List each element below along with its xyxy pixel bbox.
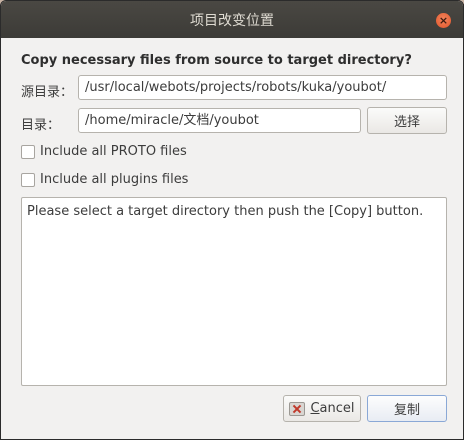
- target-directory-label: 目录：: [21, 118, 61, 133]
- source-directory-field[interactable]: /usr/local/webots/projects/robots/kuka/y…: [78, 75, 447, 100]
- cancel-icon: [289, 401, 306, 416]
- include-plugins-checkbox[interactable]: [21, 172, 35, 187]
- dialog-heading: Copy necessary files from source to targ…: [21, 53, 412, 68]
- select-directory-button[interactable]: 选择: [367, 107, 447, 134]
- include-proto-checkbox[interactable]: [21, 144, 35, 159]
- window-title: 项目改变位置: [190, 12, 274, 29]
- cancel-label: Cancel: [310, 401, 355, 416]
- cancel-button[interactable]: Cancel: [283, 395, 361, 422]
- include-proto-option[interactable]: Include all PROTO files: [21, 144, 187, 159]
- source-directory-label: 源目录：: [21, 85, 74, 100]
- include-plugins-label: Include all plugins files: [40, 172, 189, 187]
- target-directory-field[interactable]: /home/miracle/文档/youbot: [78, 108, 361, 133]
- copy-button[interactable]: 复制: [367, 395, 447, 422]
- include-proto-label: Include all PROTO files: [40, 144, 187, 159]
- project-relocation-dialog: 项目改变位置 × Copy necessary files from sourc…: [0, 0, 464, 440]
- include-plugins-option[interactable]: Include all plugins files: [21, 172, 188, 187]
- close-icon[interactable]: ×: [436, 13, 451, 28]
- titlebar: 项目改变位置 ×: [1, 1, 463, 38]
- message-text: Please select a target directory then pu…: [27, 204, 424, 219]
- message-area[interactable]: Please select a target directory then pu…: [21, 197, 447, 386]
